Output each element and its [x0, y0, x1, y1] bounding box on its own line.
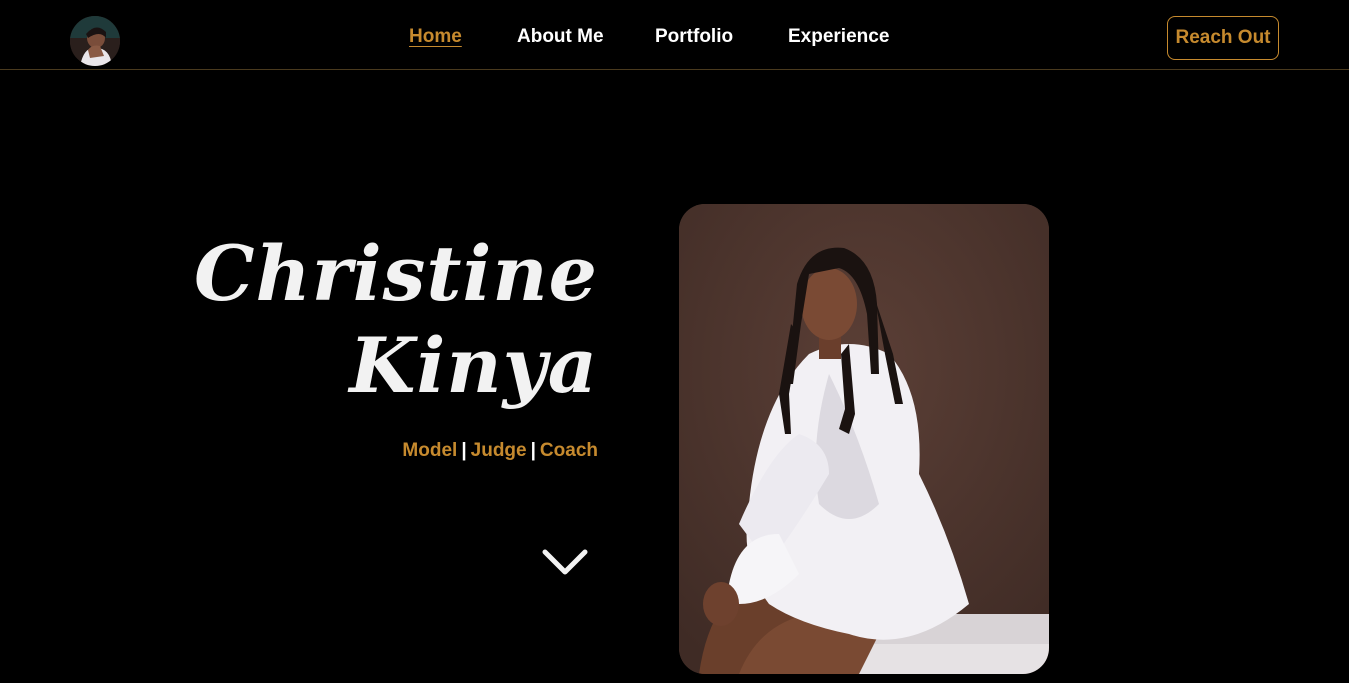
role-separator: | — [461, 440, 467, 461]
nav-link-home[interactable]: Home — [409, 26, 462, 48]
hero-last-name: Kinya — [349, 321, 598, 410]
role-model: Model — [402, 440, 458, 461]
nav-link-portfolio[interactable]: Portfolio — [655, 26, 733, 48]
reach-out-button[interactable]: Reach Out — [1167, 16, 1279, 60]
role-judge: Judge — [470, 440, 527, 461]
portrait-photo — [679, 204, 1049, 674]
hero-name: Christine Kinya — [178, 228, 598, 412]
navbar: Home About Me Portfolio Experience Reach… — [0, 0, 1349, 70]
roles-line: Model | Judge | Coach — [402, 440, 598, 462]
chevron-down-icon[interactable] — [541, 548, 589, 578]
role-separator: | — [530, 440, 536, 461]
nav-link-about-me[interactable]: About Me — [517, 26, 604, 48]
hero-first-name: Christine — [193, 229, 598, 318]
main-nav: Home About Me Portfolio Experience — [0, 26, 1349, 52]
nav-link-experience[interactable]: Experience — [788, 26, 889, 48]
role-coach: Coach — [539, 440, 598, 461]
